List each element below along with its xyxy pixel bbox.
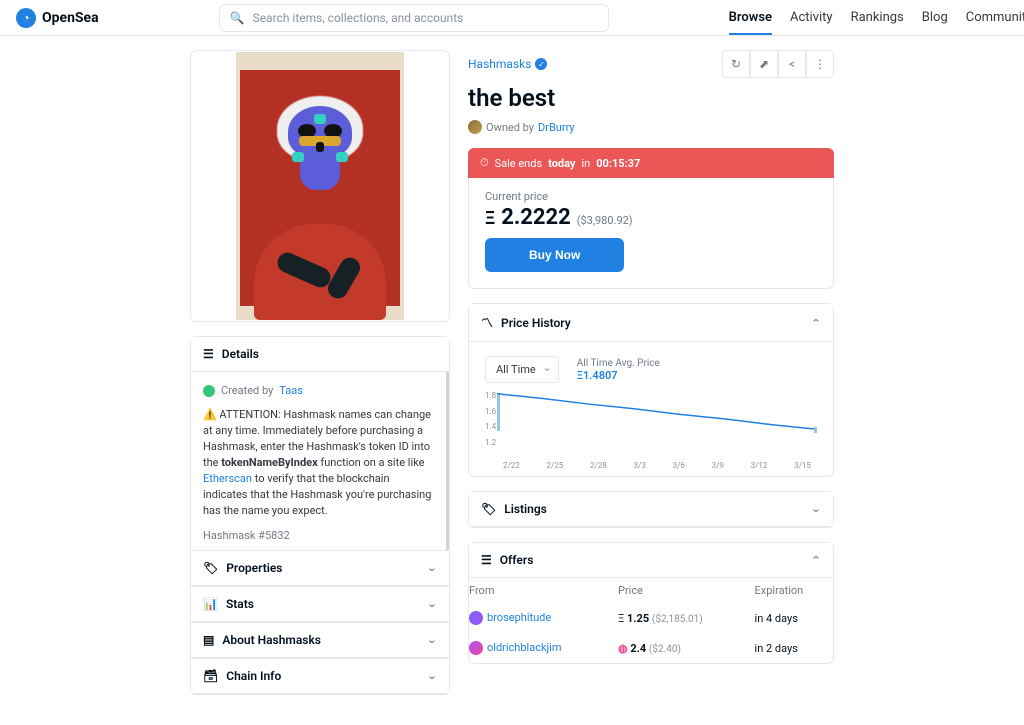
eth-icon: Ξ bbox=[485, 208, 495, 229]
brand[interactable]: ◔ OpenSea bbox=[16, 8, 99, 28]
clock-icon: ⏱ bbox=[480, 156, 489, 170]
header: ◔ OpenSea 🔍 Search items, collections, a… bbox=[0, 0, 1024, 36]
nav-activity[interactable]: Activity bbox=[790, 10, 833, 25]
about-icon: ▤ bbox=[203, 633, 214, 647]
nft-image[interactable] bbox=[190, 50, 450, 322]
price-history-title: Price History bbox=[501, 316, 571, 330]
details-title: Details bbox=[222, 347, 259, 361]
offers-toggle[interactable]: ☰ Offers bbox=[469, 543, 833, 578]
brand-logo-icon: ◔ bbox=[16, 8, 36, 28]
listings-card: 🏷 Listings bbox=[468, 491, 834, 528]
offers-col-price: Price bbox=[618, 578, 755, 603]
content: ☰ Details Created by Taas ⚠️ ATTENTION: … bbox=[0, 36, 1024, 725]
sale-prefix: Sale ends bbox=[495, 157, 543, 170]
brand-name: OpenSea bbox=[42, 10, 99, 26]
about-label: About Hashmasks bbox=[222, 633, 321, 647]
about-toggle[interactable]: ▤ About Hashmasks bbox=[191, 622, 449, 658]
properties-label: Properties bbox=[226, 561, 282, 575]
verified-icon: ✓ bbox=[535, 58, 547, 70]
warn-text-2: function on a site like bbox=[318, 456, 425, 469]
tag-icon: 🏷 bbox=[481, 502, 496, 516]
chain-icon: 🗃 bbox=[203, 669, 218, 683]
stats-label: Stats bbox=[226, 597, 254, 611]
owner-link[interactable]: DrBurry bbox=[538, 121, 575, 134]
list-icon: ☰ bbox=[203, 347, 214, 361]
creator-dot-icon bbox=[203, 385, 215, 397]
offers-title: Offers bbox=[500, 553, 534, 567]
offer-price-usd: ($2.40) bbox=[649, 644, 681, 655]
item-title: the best bbox=[468, 84, 834, 112]
details-body: Created by Taas ⚠️ ATTENTION: Hashmask n… bbox=[191, 372, 449, 550]
tag-icon: 🏷 bbox=[203, 561, 218, 575]
user-avatar-icon bbox=[469, 641, 483, 655]
offers-col-exp: Expiration bbox=[755, 578, 833, 603]
offer-from-link[interactable]: oldrichblackjim bbox=[487, 641, 562, 654]
stats-toggle[interactable]: 📊 Stats bbox=[191, 586, 449, 622]
properties-toggle[interactable]: 🏷 Properties bbox=[191, 550, 449, 586]
collection-name: Hashmasks bbox=[468, 57, 531, 71]
sale-price-card: ⏱ Sale ends today in 00:15:37 Current pr… bbox=[468, 148, 834, 289]
chain-label: Chain Info bbox=[226, 669, 281, 683]
offer-price: 1.25 bbox=[627, 612, 649, 625]
list-icon: ☰ bbox=[481, 553, 492, 567]
token-func: tokenNameByIndex bbox=[221, 456, 317, 469]
time-range-dropdown[interactable]: All Time bbox=[485, 356, 559, 383]
sale-banner: ⏱ Sale ends today in 00:15:37 bbox=[468, 148, 834, 178]
search-input[interactable]: 🔍 Search items, collections, and account… bbox=[219, 4, 609, 32]
external-button[interactable]: ⬈ bbox=[750, 50, 778, 78]
price-history-card: 〽 Price History All Time All Time Avg. P… bbox=[468, 303, 834, 477]
offer-price-usd: ($2,185.01) bbox=[652, 614, 703, 625]
offers-col-from: From bbox=[469, 578, 618, 603]
avg-price-label: All Time Avg. Price bbox=[577, 358, 660, 369]
creator-link[interactable]: Taas bbox=[279, 384, 303, 397]
offer-row: oldrichblackjim ◍ 2.4 ($2.40) in 2 days bbox=[469, 633, 833, 663]
avg-price: All Time Avg. Price Ξ1.4807 bbox=[577, 358, 660, 382]
nav-rankings[interactable]: Rankings bbox=[851, 10, 904, 25]
activity-icon: 〽 bbox=[481, 314, 493, 331]
collection-link[interactable]: Hashmasks ✓ bbox=[468, 57, 547, 71]
listings-title: Listings bbox=[504, 502, 547, 516]
sale-countdown: 00:15:37 bbox=[596, 157, 640, 170]
created-by-label: Created by bbox=[221, 384, 273, 397]
owned-by-label: Owned by bbox=[486, 121, 534, 134]
owner-avatar-icon bbox=[468, 120, 482, 134]
offer-from-link[interactable]: brosephitude bbox=[487, 611, 551, 624]
offers-card: ☰ Offers From Price Expiration brosephit… bbox=[468, 542, 834, 664]
offer-price: 2.4 bbox=[630, 642, 646, 655]
user-avatar-icon bbox=[469, 611, 483, 625]
buy-now-button[interactable]: Buy Now bbox=[485, 238, 624, 272]
price-chart: 1.81.61.41.2 bbox=[497, 391, 817, 461]
offers-table: From Price Expiration brosephitude Ξ 1.2… bbox=[469, 578, 833, 663]
stats-icon: 📊 bbox=[203, 597, 218, 611]
item-actions: ↻ ⬈ < ⋮ bbox=[722, 50, 834, 78]
hashmask-id: Hashmask #5832 bbox=[203, 529, 434, 542]
details-header[interactable]: ☰ Details bbox=[191, 337, 449, 372]
offer-exp: in 4 days bbox=[755, 603, 833, 633]
offer-price-sym: Ξ bbox=[618, 612, 624, 625]
offer-row: brosephitude Ξ 1.25 ($2,185.01) in 4 day… bbox=[469, 603, 833, 633]
price-eth: 2.2222 bbox=[501, 205, 571, 230]
chain-toggle[interactable]: 🗃 Chain Info bbox=[191, 658, 449, 694]
nav-blog[interactable]: Blog bbox=[922, 10, 948, 25]
sale-day: today bbox=[548, 157, 575, 170]
avg-price-value: Ξ1.4807 bbox=[577, 369, 660, 382]
share-button[interactable]: < bbox=[778, 50, 806, 78]
etherscan-link[interactable]: Etherscan bbox=[203, 472, 252, 485]
price-history-toggle[interactable]: 〽 Price History bbox=[469, 304, 833, 342]
more-button[interactable]: ⋮ bbox=[806, 50, 834, 78]
search-icon: 🔍 bbox=[230, 11, 245, 25]
details-card: ☰ Details Created by Taas ⚠️ ATTENTION: … bbox=[190, 336, 450, 695]
sale-mid: in bbox=[581, 157, 590, 170]
nav-community[interactable]: Community bbox=[966, 10, 1024, 25]
nav: Browse Activity Rankings Blog Community … bbox=[729, 9, 1024, 27]
search-placeholder: Search items, collections, and accounts bbox=[253, 11, 598, 25]
offer-price-sym: ◍ bbox=[618, 642, 628, 655]
current-price-label: Current price bbox=[485, 190, 817, 203]
refresh-button[interactable]: ↻ bbox=[722, 50, 750, 78]
price-usd: ($3,980.92) bbox=[577, 214, 633, 227]
offer-exp: in 2 days bbox=[755, 633, 833, 663]
nav-browse[interactable]: Browse bbox=[729, 10, 772, 35]
listings-toggle[interactable]: 🏷 Listings bbox=[469, 492, 833, 527]
